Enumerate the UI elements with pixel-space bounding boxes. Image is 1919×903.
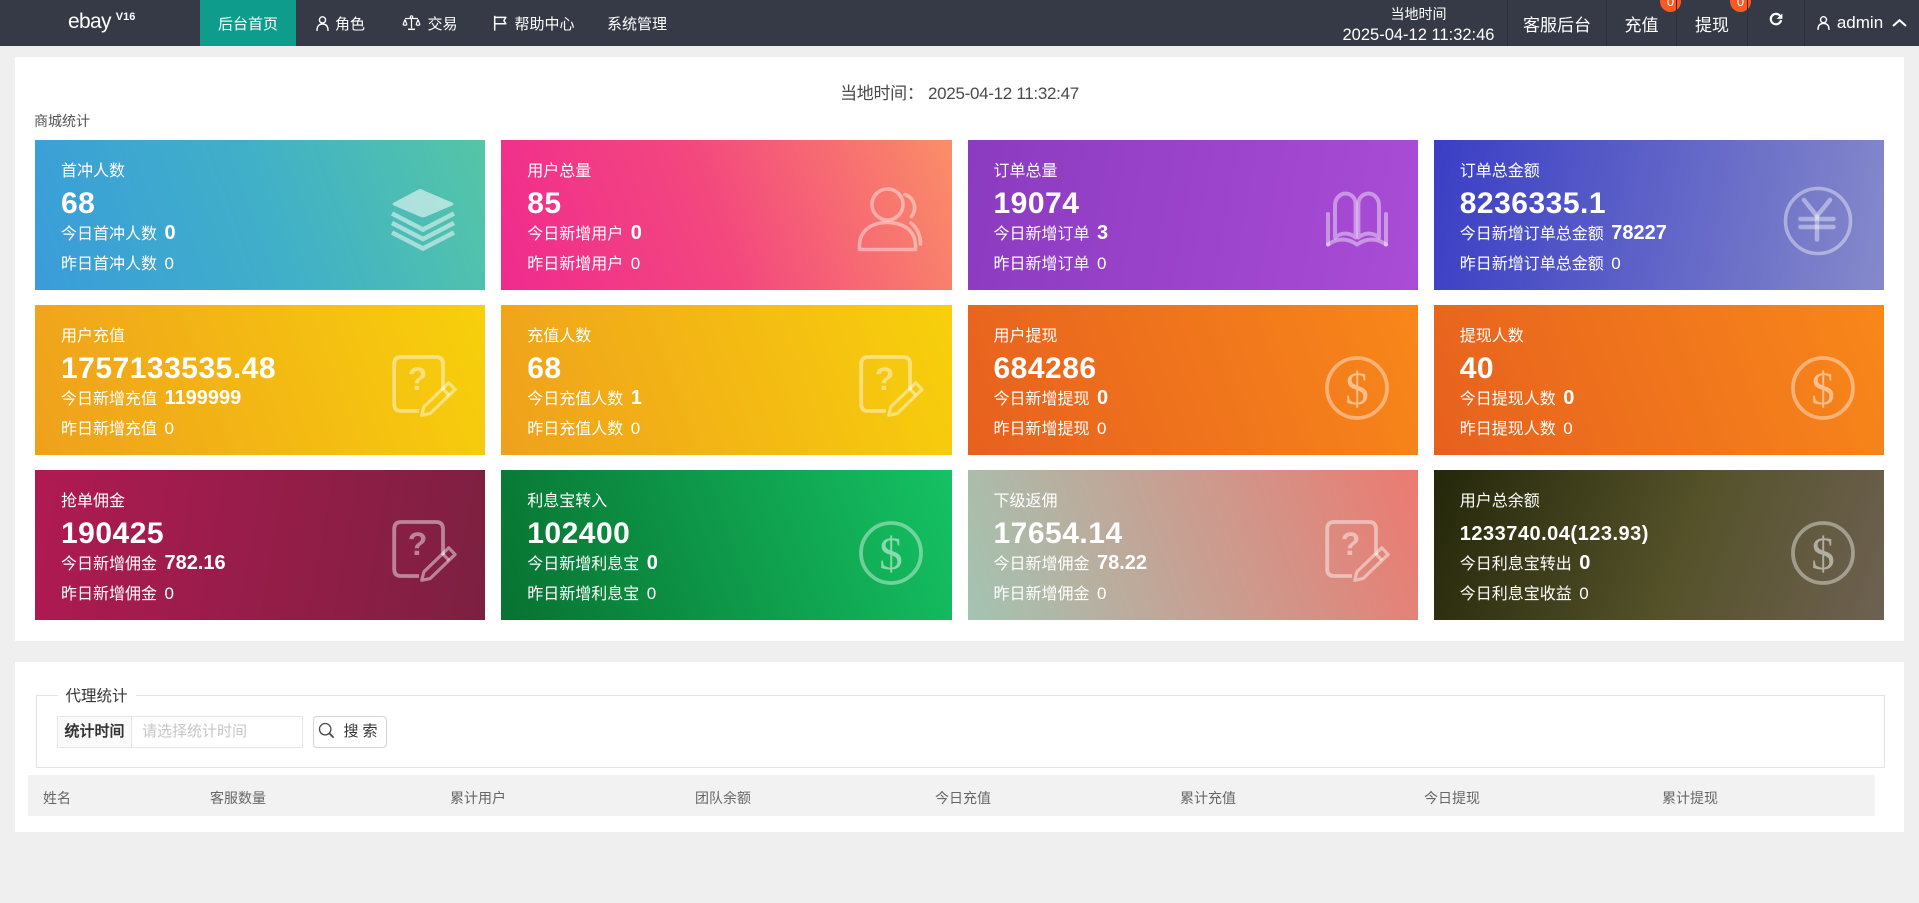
svg-text:?: ? xyxy=(1340,526,1360,562)
svg-text:?: ? xyxy=(408,526,428,562)
svg-text:$: $ xyxy=(1811,363,1835,415)
svg-text:$: $ xyxy=(1811,528,1835,580)
svg-text:$: $ xyxy=(879,528,903,580)
svg-text:$: $ xyxy=(1345,363,1369,415)
svg-text:?: ? xyxy=(408,361,428,397)
svg-text:?: ? xyxy=(874,361,894,397)
